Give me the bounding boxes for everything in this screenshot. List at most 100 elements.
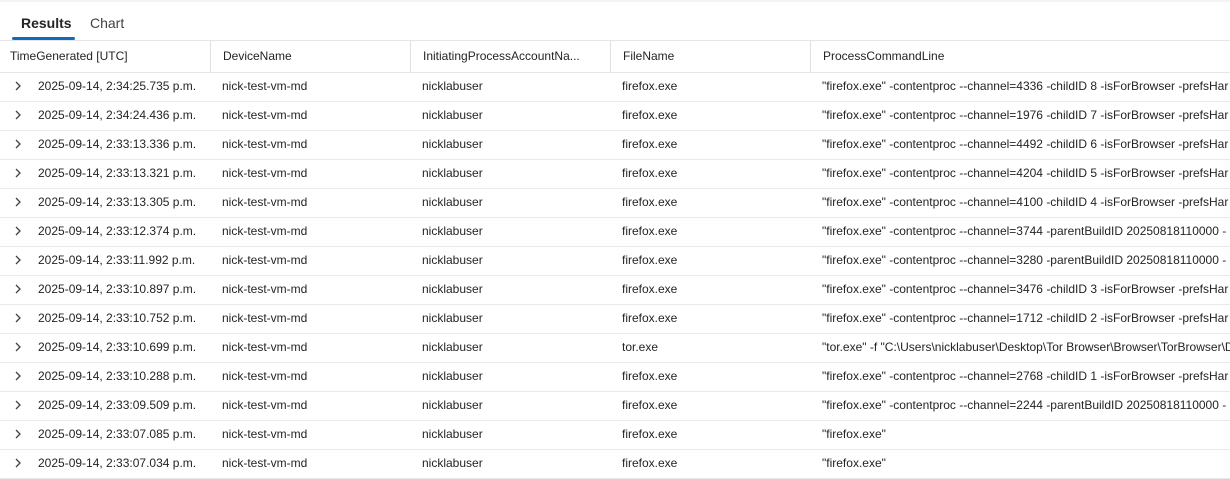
- cell-filename: firefox.exe: [622, 311, 678, 325]
- tab-results[interactable]: Results: [21, 14, 72, 32]
- column-header-devicename[interactable]: DeviceName: [210, 41, 410, 72]
- cell-timegenerated: 2025-09-14, 2:33:13.336 p.m.: [38, 137, 197, 151]
- cell-commandline: "firefox.exe" -contentproc --channel=449…: [822, 137, 1229, 151]
- chevron-right-icon[interactable]: [12, 450, 24, 476]
- cell-commandline: "firefox.exe" -contentproc --channel=224…: [822, 398, 1227, 412]
- cell-timegenerated: 2025-09-14, 2:33:10.897 p.m.: [38, 282, 197, 296]
- cell-commandline: "firefox.exe": [822, 456, 886, 470]
- cell-filename: firefox.exe: [622, 282, 678, 296]
- cell-timegenerated: 2025-09-14, 2:33:10.699 p.m.: [38, 340, 197, 354]
- chevron-right-icon[interactable]: [12, 131, 24, 157]
- chevron-right-icon[interactable]: [12, 102, 24, 128]
- cell-commandline: "firefox.exe" -contentproc --channel=197…: [822, 108, 1229, 122]
- cell-timegenerated: 2025-09-14, 2:34:24.436 p.m.: [38, 108, 197, 122]
- cell-devicename: nick-test-vm-md: [222, 282, 308, 296]
- cell-filename: firefox.exe: [622, 369, 678, 383]
- cell-filename: firefox.exe: [622, 166, 678, 180]
- cell-commandline: "firefox.exe" -contentproc --channel=420…: [822, 166, 1229, 180]
- cell-devicename: nick-test-vm-md: [222, 427, 308, 441]
- table-row[interactable]: 2025-09-14, 2:33:07.085 p.m. nick-test-vm…: [0, 421, 1230, 450]
- table-row[interactable]: 2025-09-14, 2:33:13.305 p.m. nick-test-vm…: [0, 189, 1230, 218]
- chevron-right-icon[interactable]: [12, 392, 24, 418]
- cell-accountname: nicklabuser: [422, 282, 483, 296]
- cell-accountname: nicklabuser: [422, 369, 483, 383]
- cell-commandline: "firefox.exe" -contentproc --channel=410…: [822, 195, 1229, 209]
- cell-timegenerated: 2025-09-14, 2:33:07.034 p.m.: [38, 456, 197, 470]
- cell-filename: firefox.exe: [622, 195, 678, 209]
- cell-timegenerated: 2025-09-14, 2:34:25.735 p.m.: [38, 79, 197, 93]
- cell-timegenerated: 2025-09-14, 2:33:12.374 p.m.: [38, 224, 197, 238]
- chevron-right-icon[interactable]: [12, 160, 24, 186]
- chevron-right-icon[interactable]: [12, 73, 24, 99]
- table-row[interactable]: 2025-09-14, 2:34:24.436 p.m. nick-test-vm…: [0, 102, 1230, 131]
- results-tab-bar: Results Chart: [0, 2, 1230, 41]
- chevron-right-icon[interactable]: [12, 363, 24, 389]
- cell-filename: firefox.exe: [622, 108, 678, 122]
- column-header-filename[interactable]: FileName: [610, 41, 810, 72]
- chevron-right-icon[interactable]: [12, 247, 24, 273]
- results-grid: TimeGenerated [UTC] DeviceName Initiatin…: [0, 41, 1230, 479]
- cell-accountname: nicklabuser: [422, 253, 483, 267]
- table-row[interactable]: 2025-09-14, 2:33:12.374 p.m. nick-test-vm…: [0, 218, 1230, 247]
- cell-timegenerated: 2025-09-14, 2:33:10.752 p.m.: [38, 311, 197, 325]
- cell-accountname: nicklabuser: [422, 195, 483, 209]
- cell-accountname: nicklabuser: [422, 79, 483, 93]
- cell-devicename: nick-test-vm-md: [222, 137, 308, 151]
- column-header-processcommandline[interactable]: ProcessCommandLine: [810, 41, 1230, 72]
- table-row[interactable]: 2025-09-14, 2:33:10.699 p.m. nick-test-vm…: [0, 334, 1230, 363]
- cell-timegenerated: 2025-09-14, 2:33:13.305 p.m.: [38, 195, 197, 209]
- table-row[interactable]: 2025-09-14, 2:33:13.336 p.m. nick-test-vm…: [0, 131, 1230, 160]
- cell-filename: firefox.exe: [622, 224, 678, 238]
- table-row[interactable]: 2025-09-14, 2:33:10.752 p.m. nick-test-vm…: [0, 305, 1230, 334]
- chevron-right-icon[interactable]: [12, 421, 24, 447]
- cell-filename: firefox.exe: [622, 253, 678, 267]
- cell-devicename: nick-test-vm-md: [222, 398, 308, 412]
- cell-commandline: "firefox.exe" -contentproc --channel=374…: [822, 224, 1227, 238]
- column-header-timegenerated[interactable]: TimeGenerated [UTC]: [0, 41, 210, 72]
- table-row[interactable]: 2025-09-14, 2:34:25.735 p.m. nick-test-vm…: [0, 73, 1230, 102]
- cell-filename: firefox.exe: [622, 79, 678, 93]
- cell-timegenerated: 2025-09-14, 2:33:13.321 p.m.: [38, 166, 197, 180]
- table-row[interactable]: 2025-09-14, 2:33:07.034 p.m. nick-test-vm…: [0, 450, 1230, 479]
- cell-commandline: "firefox.exe" -contentproc --channel=276…: [822, 369, 1229, 383]
- cell-commandline: "firefox.exe" -contentproc --channel=433…: [822, 79, 1229, 93]
- column-header-initiatingprocessaccountname[interactable]: InitiatingProcessAccountNa...: [410, 41, 610, 72]
- tab-chart[interactable]: Chart: [90, 14, 124, 32]
- cell-timegenerated: 2025-09-14, 2:33:09.509 p.m.: [38, 398, 197, 412]
- cell-accountname: nicklabuser: [422, 398, 483, 412]
- table-row[interactable]: 2025-09-14, 2:33:11.992 p.m. nick-test-vm…: [0, 247, 1230, 276]
- cell-filename: firefox.exe: [622, 398, 678, 412]
- cell-commandline: "firefox.exe" -contentproc --channel=347…: [822, 282, 1229, 296]
- cell-accountname: nicklabuser: [422, 340, 483, 354]
- cell-accountname: nicklabuser: [422, 224, 483, 238]
- cell-accountname: nicklabuser: [422, 166, 483, 180]
- chevron-right-icon[interactable]: [12, 218, 24, 244]
- chevron-right-icon[interactable]: [12, 276, 24, 302]
- chevron-right-icon[interactable]: [12, 334, 24, 360]
- grid-body: 2025-09-14, 2:34:25.735 p.m. nick-test-vm…: [0, 73, 1230, 479]
- cell-devicename: nick-test-vm-md: [222, 369, 308, 383]
- cell-devicename: nick-test-vm-md: [222, 79, 308, 93]
- table-row[interactable]: 2025-09-14, 2:33:09.509 p.m. nick-test-vm…: [0, 392, 1230, 421]
- cell-accountname: nicklabuser: [422, 108, 483, 122]
- chevron-right-icon[interactable]: [12, 189, 24, 215]
- cell-devicename: nick-test-vm-md: [222, 195, 308, 209]
- cell-accountname: nicklabuser: [422, 427, 483, 441]
- cell-devicename: nick-test-vm-md: [222, 224, 308, 238]
- cell-commandline: "firefox.exe" -contentproc --channel=328…: [822, 253, 1227, 267]
- cell-commandline: "firefox.exe" -contentproc --channel=171…: [822, 311, 1229, 325]
- cell-accountname: nicklabuser: [422, 311, 483, 325]
- table-row[interactable]: 2025-09-14, 2:33:10.288 p.m. nick-test-vm…: [0, 363, 1230, 392]
- cell-filename: firefox.exe: [622, 137, 678, 151]
- chevron-right-icon[interactable]: [12, 305, 24, 331]
- cell-devicename: nick-test-vm-md: [222, 108, 308, 122]
- cell-devicename: nick-test-vm-md: [222, 311, 308, 325]
- cell-commandline: "tor.exe" -f "C:\Users\nicklabuser\Deskt…: [822, 340, 1230, 354]
- cell-accountname: nicklabuser: [422, 137, 483, 151]
- grid-header: TimeGenerated [UTC] DeviceName Initiatin…: [0, 41, 1230, 73]
- cell-timegenerated: 2025-09-14, 2:33:07.085 p.m.: [38, 427, 197, 441]
- table-row[interactable]: 2025-09-14, 2:33:10.897 p.m. nick-test-vm…: [0, 276, 1230, 305]
- table-row[interactable]: 2025-09-14, 2:33:13.321 p.m. nick-test-vm…: [0, 160, 1230, 189]
- cell-timegenerated: 2025-09-14, 2:33:11.992 p.m.: [38, 253, 196, 267]
- cell-timegenerated: 2025-09-14, 2:33:10.288 p.m.: [38, 369, 197, 383]
